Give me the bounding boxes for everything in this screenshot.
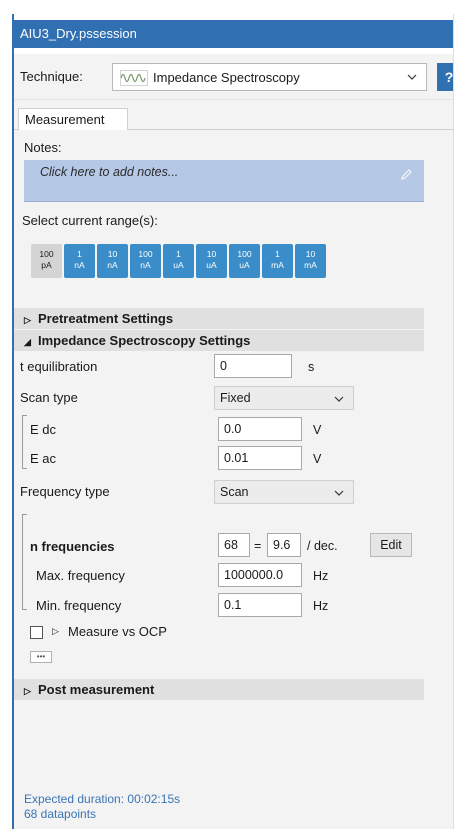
- pretreatment-section-label: Pretreatment Settings: [38, 311, 174, 326]
- max-frequency-label: Max. frequency: [36, 568, 125, 583]
- pretreatment-section-header[interactable]: ▷ Pretreatment Settings: [14, 308, 424, 329]
- min-frequency-label: Min. frequency: [36, 598, 122, 613]
- post-measurement-section-label: Post measurement: [38, 682, 155, 697]
- impedance-section-header[interactable]: ◢ Impedance Spectroscopy Settings: [14, 330, 424, 351]
- tab-strip: Measurement: [14, 100, 453, 131]
- impedance-section-label: Impedance Spectroscopy Settings: [38, 333, 251, 348]
- equals-sign: =: [254, 539, 262, 553]
- datapoints-count: 68 datapoints: [24, 807, 97, 821]
- chevron-down-icon: [407, 74, 417, 80]
- min-frequency-unit: Hz: [313, 599, 329, 613]
- e-dc-label: E dc: [30, 422, 57, 437]
- range-button-1na[interactable]: 1 nA: [64, 244, 95, 278]
- range-button-100pa[interactable]: 100 pA: [31, 244, 62, 278]
- e-dc-unit: V: [313, 423, 322, 437]
- n-frequencies-input[interactable]: 68: [218, 533, 250, 557]
- range-button-100na[interactable]: 100 nA: [130, 244, 161, 278]
- measure-vs-ocp-checkbox[interactable]: [30, 626, 43, 639]
- e-ac-input[interactable]: 0.01: [218, 446, 302, 470]
- t-equilibration-unit: s: [308, 360, 315, 374]
- frequency-group-bracket: [22, 514, 27, 610]
- chevron-down-icon: [334, 396, 344, 402]
- range-button-100ua[interactable]: 100 uA: [229, 244, 260, 278]
- chevron-down-icon: [334, 490, 344, 496]
- range-button-10ma[interactable]: 10 mA: [295, 244, 326, 278]
- per-decade-unit: / dec.: [307, 539, 338, 553]
- potential-group-bracket: [22, 415, 27, 469]
- frequency-type-value: Scan: [220, 485, 249, 499]
- notes-placeholder: Click here to add notes...: [40, 165, 179, 179]
- technique-row: Technique: Impedance Spectroscopy ?: [14, 54, 453, 100]
- max-frequency-input[interactable]: 1000000.0: [218, 563, 302, 587]
- window-title: AIU3_Dry.pssession: [14, 20, 453, 48]
- frequency-type-select[interactable]: Scan: [214, 480, 354, 504]
- e-ac-label: E ac: [30, 451, 57, 466]
- t-equilibration-input[interactable]: 0: [214, 354, 292, 378]
- measurement-content: Notes: Click here to add notes... Select…: [14, 130, 453, 829]
- range-button-10ua[interactable]: 10 uA: [196, 244, 227, 278]
- collapse-arrow-icon: ◢: [24, 337, 31, 347]
- e-ac-unit: V: [313, 452, 322, 466]
- measure-vs-ocp-label[interactable]: Measure vs OCP: [68, 624, 167, 639]
- min-frequency-input[interactable]: 0.1: [218, 593, 302, 617]
- e-dc-input[interactable]: 0.0: [218, 417, 302, 441]
- scan-type-select[interactable]: Fixed: [214, 386, 354, 410]
- sine-wave-icon: [120, 70, 148, 86]
- tab-measurement[interactable]: Measurement: [18, 108, 128, 131]
- range-button-10na[interactable]: 10 nA: [97, 244, 128, 278]
- notes-label: Notes:: [24, 140, 62, 155]
- expected-duration: Expected duration: 00:02:15s: [24, 792, 181, 806]
- scan-type-value: Fixed: [220, 391, 251, 405]
- pencil-icon: [401, 169, 412, 180]
- expand-arrow-icon: ▷: [24, 315, 31, 325]
- max-frequency-unit: Hz: [313, 569, 329, 583]
- more-options-button[interactable]: •••: [30, 651, 52, 663]
- scan-type-label: Scan type: [20, 390, 78, 405]
- range-button-1ua[interactable]: 1 uA: [163, 244, 194, 278]
- post-measurement-section-header[interactable]: ▷ Post measurement: [14, 679, 424, 700]
- help-button[interactable]: ?: [437, 63, 453, 91]
- technique-label: Technique:: [20, 69, 83, 84]
- n-frequencies-label: n frequencies: [30, 539, 115, 554]
- expand-arrow-icon: ▷: [24, 686, 31, 696]
- technique-select[interactable]: Impedance Spectroscopy: [112, 63, 427, 91]
- t-equilibration-label: t equilibration: [20, 359, 98, 374]
- per-decade-input[interactable]: 9.6: [267, 533, 301, 557]
- current-range-label: Select current range(s):: [22, 213, 158, 228]
- technique-value: Impedance Spectroscopy: [153, 70, 300, 85]
- expand-arrow-icon: ▷: [52, 626, 59, 636]
- notes-input[interactable]: Click here to add notes...: [24, 160, 424, 202]
- range-button-1ma[interactable]: 1 mA: [262, 244, 293, 278]
- method-editor-panel: AIU3_Dry.pssession Technique: Impedance …: [12, 14, 454, 829]
- frequency-type-label: Frequency type: [20, 484, 110, 499]
- edit-frequencies-button[interactable]: Edit: [370, 533, 412, 557]
